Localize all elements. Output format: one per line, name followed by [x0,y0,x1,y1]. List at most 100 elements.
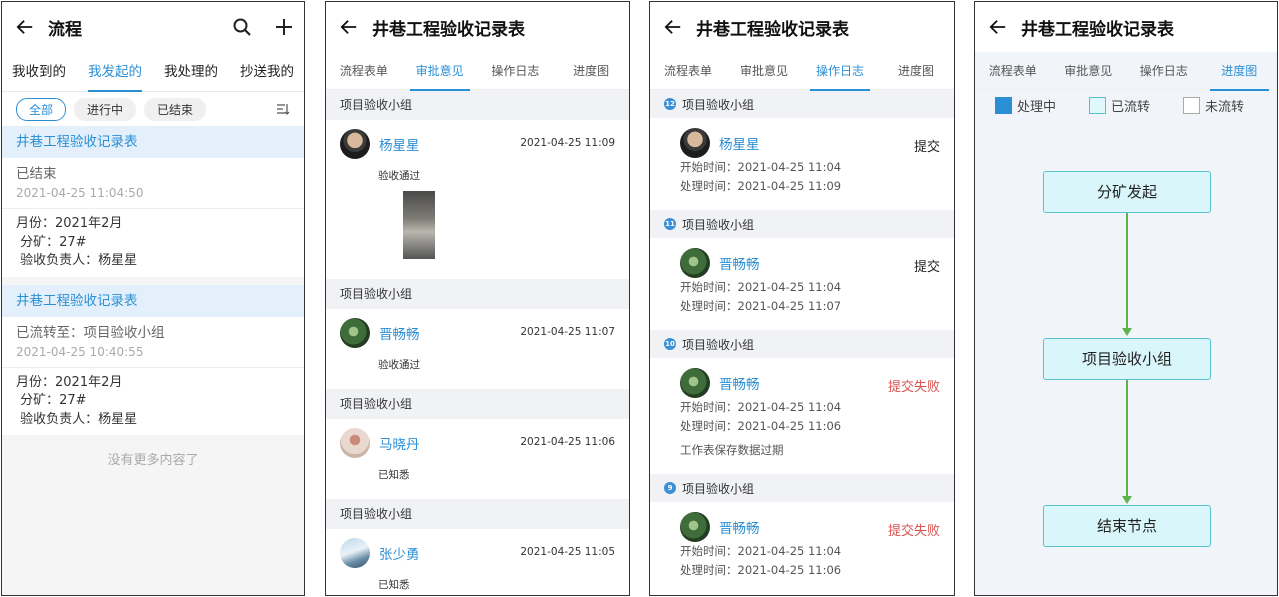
log-group-header: 10 项目验收小组 [650,330,954,358]
back-button[interactable] [650,2,696,52]
tab-form[interactable]: 流程表单 [975,52,1051,90]
step-number-badge: 12 [664,98,676,110]
processing-swatch [995,96,1012,114]
log-status: 提交 [913,260,940,275]
flow-edge [1126,380,1128,497]
attachment-photo[interactable] [403,191,435,259]
not-transferred-swatch [1183,96,1200,114]
app-bar: 井巷工程验收记录表 [650,2,954,52]
opinion-time: 2021-04-25 11:09 [520,137,615,149]
opinion-item: 晋畅畅 2021-04-25 11:07 验收通过 [326,309,629,389]
tab-received[interactable]: 我收到的 [12,52,66,92]
flow-edge [1126,213,1128,330]
list-item[interactable]: 井巷工程验收记录表 已结束 2021-04-25 11:04:50 月份：202… [2,126,304,277]
card-line: 月份：2021年2月 [16,374,123,390]
status-filters: 全部 进行中 已结束 [2,92,304,126]
tab-opinions[interactable]: 审批意见 [1051,52,1127,90]
log-group: 项目验收小组 [682,217,755,232]
legend-processing: 处理中 [995,96,1089,115]
log-handle-time: 处理时间：2021-04-25 11:07 [680,299,842,313]
card-title: 井巷工程验收记录表 [2,126,304,158]
opinion-note: 已知悉 [378,579,410,591]
group-header: 项目验收小组 [326,90,629,120]
log-item: 晋畅畅 提交 开始时间：2021-04-25 11:04 处理时间：2021-0… [650,238,954,330]
search-icon[interactable] [232,17,252,37]
log-user[interactable]: 杨星星 [719,133,760,153]
log-user[interactable]: 晋畅畅 [719,517,760,537]
page-title: 井巷工程验收记录表 [696,19,849,40]
log-start-time: 开始时间：2021-04-25 11:04 [680,544,842,558]
filter-in-progress[interactable]: 进行中 [74,97,137,121]
opinion-item: 杨星星 2021-04-25 11:09 验收通过 [326,120,629,279]
log-start-time: 开始时间：2021-04-25 11:04 [680,160,842,174]
log-group: 项目验收小组 [682,337,755,352]
log-start-time: 开始时间：2021-04-25 11:04 [680,400,842,414]
avatar [680,128,710,158]
avatar [680,248,710,278]
filter-all[interactable]: 全部 [16,97,67,121]
detail-tabs: 流程表单 审批意见 操作日志 进度图 [650,52,954,91]
tab-initiated[interactable]: 我发起的 [88,52,142,92]
arrow-left-icon [340,20,357,34]
opinion-user[interactable]: 晋畅畅 [379,323,420,343]
tab-opinions[interactable]: 审批意见 [402,52,478,91]
back-button[interactable] [326,2,372,52]
back-button[interactable] [975,2,1021,52]
arrow-down-icon [1122,328,1132,336]
tab-progress[interactable]: 进度图 [553,52,629,90]
flow-node-end[interactable]: 结束节点 [1043,505,1211,547]
flow-node-acceptance-group[interactable]: 项目验收小组 [1043,338,1211,380]
card-time: 2021-04-25 11:04:50 [16,186,144,200]
step-number-badge: 10 [664,338,676,350]
opinion-time: 2021-04-25 11:05 [520,546,615,558]
tab-log[interactable]: 操作日志 [478,52,554,90]
legend-transferred: 已流转 [1089,96,1183,115]
opinion-note: 验收通过 [378,359,420,371]
avatar [680,368,710,398]
page-title: 流程 [48,19,82,40]
tab-cc[interactable]: 抄送我的 [240,52,294,92]
tab-progress[interactable]: 进度图 [878,52,954,90]
log-group-header: 11 项目验收小组 [650,210,954,238]
arrow-left-icon [664,20,681,34]
tab-form[interactable]: 流程表单 [650,52,726,90]
log-status: 提交失败 [887,380,940,395]
flow-node-start[interactable]: 分矿发起 [1043,171,1211,213]
avatar [680,512,710,542]
step-number-badge: 11 [664,218,676,230]
opinion-user[interactable]: 张少勇 [379,543,420,563]
plus-icon[interactable] [274,17,294,37]
tab-log[interactable]: 操作日志 [1126,52,1202,90]
opinion-item: 马晓丹 2021-04-25 11:06 已知悉 [326,419,629,499]
log-user[interactable]: 晋畅畅 [719,253,760,273]
card-line: 验收负责人：杨星星 [16,253,138,268]
list-item[interactable]: 井巷工程验收记录表 已流转至：项目验收小组 2021-04-25 10:40:5… [2,284,304,436]
operation-log-screen: 井巷工程验收记录表 流程表单 审批意见 操作日志 进度图 12 项目验收小组 杨… [649,1,955,596]
log-handle-time: 处理时间：2021-04-25 11:09 [680,179,842,193]
tab-handled[interactable]: 我处理的 [164,52,218,92]
log-item: 晋畅畅 提交失败 开始时间：2021-04-25 11:04 处理时间：2021… [650,358,954,474]
log-error-message: 工作表保存数据过期 [680,443,784,457]
log-group: 项目验收小组 [682,481,755,496]
progress-diagram-screen: 井巷工程验收记录表 流程表单 审批意见 操作日志 进度图 处理中 已流转 未流转… [974,1,1278,596]
tab-log[interactable]: 操作日志 [802,52,878,91]
approval-opinions-screen: 井巷工程验收记录表 流程表单 审批意见 操作日志 进度图 项目验收小组 杨星星 … [325,1,630,596]
detail-tabs: 流程表单 审批意见 操作日志 进度图 [326,52,629,91]
log-handle-time: 处理时间：2021-04-25 11:06 [680,419,842,433]
card-line: 分矿：27# [16,234,87,250]
app-bar: 井巷工程验收记录表 [326,2,629,52]
process-tabs: 我收到的 我发起的 我处理的 抄送我的 [2,52,304,92]
opinion-user[interactable]: 马晓丹 [379,433,420,453]
tab-opinions[interactable]: 审批意见 [726,52,802,90]
process-list-screen: 流程 我收到的 我发起的 我处理的 抄送我的 全部 进行中 已结束 井巷工程验收… [1,1,305,596]
tab-form[interactable]: 流程表单 [326,52,402,90]
sort-icon[interactable] [276,102,290,116]
log-start-time: 开始时间：2021-04-25 11:04 [680,280,842,294]
tab-progress[interactable]: 进度图 [1202,52,1278,91]
opinion-user[interactable]: 杨星星 [379,134,420,154]
filter-ended[interactable]: 已结束 [144,97,207,121]
log-status: 提交 [913,140,940,155]
log-user[interactable]: 晋畅畅 [719,373,760,393]
log-group-header: 9 项目验收小组 [650,474,954,502]
back-button[interactable] [2,2,48,52]
